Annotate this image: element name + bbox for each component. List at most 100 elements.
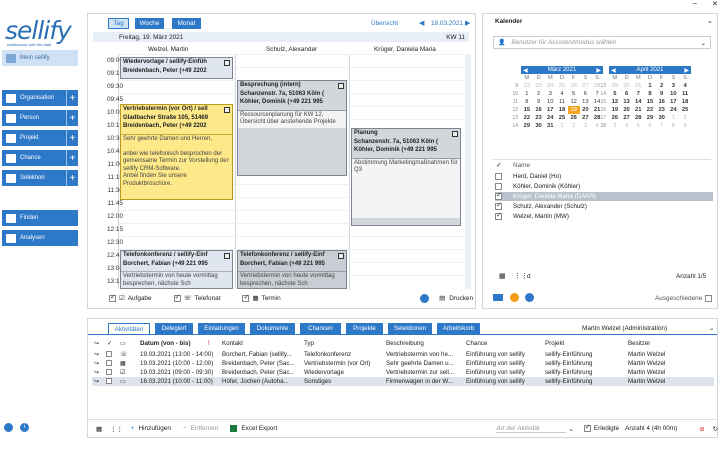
calendar-day[interactable]: 6 — [621, 90, 633, 98]
calendar-day[interactable]: 9 — [679, 122, 691, 130]
calendar-day[interactable]: 17 — [668, 98, 680, 106]
prev-month-arrow-icon[interactable]: ◀ — [611, 67, 616, 74]
calendar-day[interactable]: 19 — [567, 106, 580, 114]
calendar-day[interactable]: 21 — [632, 106, 644, 114]
calendar-day[interactable]: 1 — [556, 122, 568, 130]
calendar-day[interactable]: 10 — [668, 90, 680, 98]
add-projekt-button[interactable]: + — [66, 130, 78, 146]
appointment-planung[interactable]: Planung Schanzenstr. 7a, 51063 Köln ( Kö… — [351, 128, 461, 226]
calendar-day[interactable]: 20 — [580, 106, 592, 114]
done-checkbox[interactable] — [106, 378, 112, 384]
tab-selektionen[interactable]: Selektionen — [388, 323, 432, 334]
calendar-day[interactable]: 26 — [568, 82, 580, 90]
grid-icon[interactable]: ▦ — [96, 425, 102, 433]
calendar-day[interactable]: 23 — [656, 106, 668, 114]
add-selektion-button[interactable]: + — [66, 170, 78, 186]
person-checkbox[interactable] — [495, 201, 502, 210]
calendar-day[interactable]: 1 — [644, 82, 656, 90]
print-button[interactable]: Drucken — [449, 295, 473, 302]
sidebar-item-mein-sellify[interactable]: Mein sellify — [2, 50, 78, 66]
done-checkbox[interactable] — [106, 369, 112, 375]
calendar-day[interactable]: 14 — [632, 98, 644, 106]
header-projekt[interactable]: Projekt — [545, 340, 564, 347]
calendar-day[interactable]: 20 — [621, 106, 633, 114]
sidebar-item-projekt[interactable]: Projekt + — [2, 130, 78, 146]
table-row[interactable]: ↪ ☑ 19.03.2021 (09:00 - 09:30) Breidenbach,… — [92, 368, 714, 377]
calendar-day[interactable]: 25 — [556, 114, 568, 122]
header-beschreibung[interactable]: Beschreibung — [386, 340, 424, 347]
close-button[interactable]: ✕ — [712, 0, 718, 8]
appointment-telefonkonferenz-welzel[interactable]: Telefonkonferenz / sellify-Einf Borchert… — [120, 250, 233, 289]
tab-projekte[interactable]: Projekte — [346, 323, 383, 334]
calendar-day[interactable]: 27 — [580, 82, 592, 90]
header-besitzer[interactable]: Besitzer — [628, 340, 650, 347]
calendar-day[interactable]: 12 — [568, 98, 580, 106]
person-row[interactable]: Welzel, Martin (MW) — [495, 211, 713, 221]
calendar-day[interactable]: 30 — [621, 82, 633, 90]
tab-chancen[interactable]: Chancen — [300, 323, 341, 334]
calendar-day[interactable]: 22 — [644, 106, 656, 114]
settings-icon[interactable] — [4, 423, 13, 432]
calendar-day[interactable]: 24 — [544, 114, 556, 122]
grid-icon[interactable]: ▦ — [499, 272, 506, 280]
person-checkbox[interactable] — [495, 183, 502, 190]
calendar-day[interactable]: 10 — [544, 98, 556, 106]
header-datum[interactable]: Datum (von - bis) — [140, 340, 191, 347]
calendar-day[interactable]: 8 — [644, 90, 656, 98]
calendar-day[interactable]: 27 — [621, 114, 633, 122]
info-icon[interactable]: i — [20, 423, 29, 432]
done-checkbox[interactable] — [106, 360, 112, 366]
calendar-day[interactable]: 13 — [580, 98, 592, 106]
calendar-day[interactable]: 3 — [668, 82, 680, 90]
current-date[interactable]: 19.03.2021 — [431, 20, 463, 27]
user-link-icon[interactable] — [493, 294, 503, 301]
calendar-day[interactable]: 9 — [656, 90, 668, 98]
calendar-day[interactable]: 2 — [656, 82, 668, 90]
sidebar-item-selektion[interactable]: Selektion + — [2, 170, 78, 186]
calendar-day[interactable]: 26 — [609, 114, 621, 122]
calendar-day[interactable]: 5 — [568, 90, 580, 98]
table-row[interactable]: ↪ ▭ 16.03.2021 (10:00 - 11:00) Höfer, Joche… — [92, 377, 714, 386]
calendar-day[interactable]: 3 — [580, 122, 592, 130]
calendar-day[interactable]: 29 — [521, 122, 533, 130]
ausgeschiedene-checkbox[interactable] — [705, 295, 712, 302]
calendar-day[interactable]: 29 — [644, 114, 656, 122]
header-chance[interactable]: Chance — [466, 340, 487, 347]
tab-tag[interactable]: Tag — [108, 18, 129, 29]
header-priority[interactable]: ! — [208, 340, 210, 347]
remove-button[interactable]: Entfernen — [191, 425, 219, 432]
calendar-day[interactable]: 4 — [679, 82, 691, 90]
next-month-arrow-icon[interactable]: ▶ — [596, 67, 601, 74]
next-day-arrow-icon[interactable]: ▶ — [465, 19, 470, 27]
calendar-day[interactable]: 25 — [556, 82, 568, 90]
calendar-day[interactable]: 6 — [644, 122, 656, 130]
filter-clear-icon[interactable]: ⊘ — [699, 425, 704, 433]
appointment-telefonkonferenz-schulz[interactable]: Telefonkonferenz / sellify-Einf Borchert… — [237, 250, 347, 289]
scrollbar[interactable] — [465, 54, 471, 289]
tab-aktivitäten[interactable]: Aktivitäten — [108, 323, 150, 334]
person-row[interactable]: Herd, Daniel (Ho) — [495, 172, 713, 181]
sidebar-item-chance[interactable]: Chance + — [2, 150, 78, 166]
calendar-day[interactable]: 7 — [656, 122, 668, 130]
chevron-down-icon[interactable]: ⌄ — [707, 17, 713, 25]
tab-einladungen[interactable]: Einladungen — [198, 323, 245, 334]
calendar-day[interactable]: 9 — [533, 98, 545, 106]
day-grid[interactable]: 09:00 09:15 09:30 09:45 10:00 10:15 10:30 10:45… — [93, 54, 463, 289]
checkall-icon[interactable]: ✓ — [496, 161, 502, 169]
sidebar-item-analysen[interactable]: Analysen — [2, 230, 78, 246]
appointment-besprechung[interactable]: Besprechung (intern) Schanzenstr. 7a, 51… — [237, 80, 347, 176]
calendar-day[interactable]: 5 — [609, 90, 621, 98]
calendar-day[interactable]: 2 — [568, 122, 580, 130]
person-row[interactable]: Schulz, Alexander (Schulz) — [495, 201, 713, 211]
tab-dokumente[interactable]: Dokumente — [250, 323, 295, 334]
tab-arbeitskorb[interactable]: Arbeitskorb — [437, 323, 480, 334]
prev-month-arrow-icon[interactable]: ◀ — [523, 67, 528, 74]
calendar-day[interactable]: 27 — [580, 114, 592, 122]
calendar-day[interactable]: 3 — [544, 90, 556, 98]
calendar-day[interactable]: 2 — [533, 90, 545, 98]
calendar-day[interactable]: 29 — [609, 82, 621, 90]
columns-icon[interactable]: ⋮⋮ — [514, 272, 528, 280]
aufgabe-checkbox[interactable] — [109, 293, 116, 302]
telefonat-checkbox[interactable] — [173, 293, 181, 302]
person-checkbox[interactable] — [495, 173, 502, 180]
